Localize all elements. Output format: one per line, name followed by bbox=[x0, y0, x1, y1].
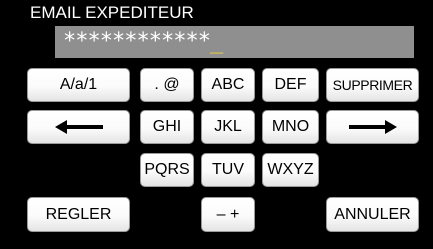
set-button-label: REGLER bbox=[45, 205, 112, 223]
wxyz-key-label: WXYZ bbox=[267, 161, 314, 178]
screen-title: EMAIL EXPEDITEUR bbox=[30, 3, 194, 22]
ghi-key-label: GHI bbox=[152, 118, 182, 135]
pqrs-key[interactable]: PQRS bbox=[140, 153, 194, 187]
ghi-key[interactable]: GHI bbox=[140, 110, 194, 144]
email-sender-field[interactable]: ************_ bbox=[55, 26, 414, 58]
minus-plus-key[interactable]: – + bbox=[201, 197, 255, 232]
mno-key-label: MNO bbox=[271, 118, 310, 135]
set-button[interactable]: REGLER bbox=[27, 197, 130, 232]
arrow-left-icon bbox=[54, 120, 103, 134]
masked-input-value: ************_ bbox=[63, 29, 223, 54]
arrow-right-icon bbox=[348, 120, 397, 134]
jkl-key-label: JKL bbox=[214, 118, 242, 135]
def-key-label: DEF bbox=[274, 76, 307, 93]
jkl-key[interactable]: JKL bbox=[201, 110, 255, 144]
cursor-right-button[interactable] bbox=[326, 110, 419, 144]
mode-switch-button[interactable]: A/a/1 bbox=[27, 68, 130, 102]
abc-key-label: ABC bbox=[211, 76, 245, 93]
mode-switch-label: A/a/1 bbox=[59, 76, 98, 93]
punctuation-key-label: . @ bbox=[154, 76, 180, 93]
delete-button[interactable]: SUPPRIMER bbox=[326, 68, 419, 102]
abc-key[interactable]: ABC bbox=[201, 68, 255, 102]
minus-plus-key-label: – + bbox=[216, 205, 240, 223]
mno-key[interactable]: MNO bbox=[262, 110, 319, 144]
def-key[interactable]: DEF bbox=[262, 68, 319, 102]
text-cursor: _ bbox=[209, 29, 223, 54]
cancel-button-label: ANNULER bbox=[334, 205, 411, 223]
cancel-button[interactable]: ANNULER bbox=[326, 197, 419, 232]
wxyz-key[interactable]: WXYZ bbox=[262, 153, 319, 187]
punctuation-key[interactable]: . @ bbox=[140, 68, 194, 102]
cursor-left-button[interactable] bbox=[27, 110, 130, 144]
tuv-key[interactable]: TUV bbox=[201, 153, 255, 187]
pqrs-key-label: PQRS bbox=[144, 161, 190, 178]
tuv-key-label: TUV bbox=[212, 161, 244, 178]
delete-button-label: SUPPRIMER bbox=[332, 77, 413, 93]
masked-characters: ************ bbox=[63, 29, 211, 54]
